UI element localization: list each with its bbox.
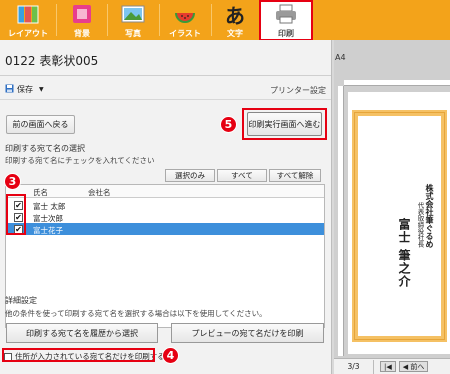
preview-company: 株式会社筆ぐるめ bbox=[425, 184, 435, 248]
preview-name: 富士 筆之介 bbox=[397, 218, 411, 289]
divider bbox=[0, 75, 331, 76]
chevron-down-icon: ▼ bbox=[39, 86, 44, 93]
toolbar-label: 文字 bbox=[227, 29, 243, 38]
step-badge-3: 3 bbox=[4, 173, 21, 190]
divider bbox=[0, 99, 331, 100]
step-badge-5: 5 bbox=[220, 116, 237, 133]
detail-section-heading: 詳細設定 bbox=[5, 296, 37, 305]
illustration-icon bbox=[172, 2, 198, 26]
save-menu[interactable]: 保存 ▼ bbox=[5, 84, 44, 95]
toolbar-text[interactable]: あ 文字 bbox=[212, 2, 258, 39]
print-preview-only-button[interactable]: プレビューの宛て名だけを印刷 bbox=[171, 323, 324, 343]
toolbar-label: 写真 bbox=[125, 29, 141, 38]
printer-settings-link[interactable]: プリンター設定 bbox=[270, 85, 326, 96]
column-name: 氏名 bbox=[33, 188, 48, 197]
list-item[interactable]: ✔ 富士次郎 bbox=[6, 211, 324, 223]
column-company: 会社名 bbox=[88, 188, 111, 197]
recipient-section-instruction: 印刷する宛て名にチェックを入れてください bbox=[5, 156, 155, 165]
toolbar-label: 背景 bbox=[74, 29, 90, 38]
first-page-icon: |◀ bbox=[384, 362, 392, 371]
floppy-icon bbox=[5, 84, 14, 95]
document-title: 0122 表彰状005 bbox=[5, 54, 99, 68]
select-from-history-button[interactable]: 印刷する宛て名を履歴から選択 bbox=[6, 323, 158, 343]
select-only-button[interactable]: 選択のみ bbox=[165, 169, 215, 182]
layout-icon bbox=[15, 2, 41, 26]
toolbar-layout[interactable]: レイアウト bbox=[2, 2, 54, 39]
list-item[interactable]: ✔ 富士花子 bbox=[6, 223, 324, 235]
divider bbox=[56, 4, 57, 36]
highlight-frame bbox=[6, 194, 26, 235]
recipient-name: 富士花子 bbox=[33, 226, 63, 235]
toolbar-illustration[interactable]: イラスト bbox=[160, 2, 210, 39]
save-label: 保存 bbox=[17, 85, 33, 94]
highlight-frame bbox=[2, 348, 155, 362]
main-toolbar: レイアウト 背景 写真 イラスト あ 文字 印刷 bbox=[0, 0, 450, 41]
toolbar-label: イラスト bbox=[169, 29, 201, 38]
prev-page-button[interactable]: ◀ 前へ bbox=[398, 361, 429, 372]
clear-all-button[interactable]: すべて解除 bbox=[269, 169, 321, 182]
list-item[interactable]: ✔ 富士 太郎 bbox=[6, 199, 324, 211]
printer-icon bbox=[273, 2, 299, 26]
preview-pane: A4 株式会社筆ぐるめ 代表取締役社長 富士 筆之介 3/3 |◀ ◀ 前へ bbox=[334, 40, 450, 374]
photo-icon bbox=[120, 2, 146, 26]
highlight-frame bbox=[242, 108, 327, 140]
recipient-list: 氏名 会社名 ✔ 富士 太郎 ✔ 富士次郎 ✔ 富士花子 bbox=[5, 184, 325, 328]
list-header: 氏名 会社名 bbox=[6, 185, 324, 198]
prev-arrow-icon: ◀ bbox=[402, 362, 409, 371]
preview-pager: 3/3 |◀ ◀ 前へ bbox=[334, 358, 450, 374]
toolbar-print[interactable]: 印刷 bbox=[259, 0, 313, 41]
print-settings-pane: 0122 表彰状005 保存 ▼ プリンター設定 前の画面へ戻る 印刷実行画面へ… bbox=[0, 40, 331, 374]
back-button[interactable]: 前の画面へ戻る bbox=[6, 115, 75, 134]
prev-label: 前へ bbox=[410, 362, 425, 371]
recipient-section-heading: 印刷する宛て名の選択 bbox=[5, 144, 85, 153]
page-indicator: 3/3 bbox=[334, 359, 374, 374]
paper-size-label: A4 bbox=[335, 53, 346, 62]
first-page-button[interactable]: |◀ bbox=[380, 361, 396, 372]
vertical-ruler bbox=[338, 86, 344, 356]
select-all-button[interactable]: すべて bbox=[217, 169, 267, 182]
preview-role: 代表取締役社長 bbox=[416, 202, 424, 248]
detail-section-instruction: 他の条件を使って印刷する宛て名を選択する場合は以下を使用してください。 bbox=[5, 309, 267, 318]
toolbar-background[interactable]: 背景 bbox=[58, 2, 106, 39]
preview-page: 株式会社筆ぐるめ 代表取締役社長 富士 筆之介 bbox=[348, 92, 450, 354]
text-icon: あ bbox=[225, 3, 245, 28]
background-icon bbox=[69, 2, 95, 26]
horizontal-ruler bbox=[344, 80, 450, 86]
toolbar-label: 印刷 bbox=[278, 29, 294, 38]
toolbar-photo[interactable]: 写真 bbox=[108, 2, 158, 39]
step-badge-4: 4 bbox=[162, 347, 179, 364]
toolbar-label: レイアウト bbox=[8, 29, 48, 38]
